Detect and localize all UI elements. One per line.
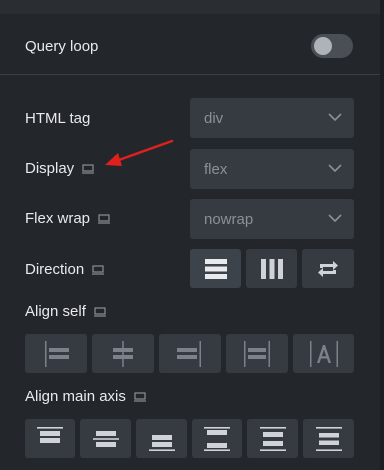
annotation-arrow-icon — [105, 139, 174, 166]
